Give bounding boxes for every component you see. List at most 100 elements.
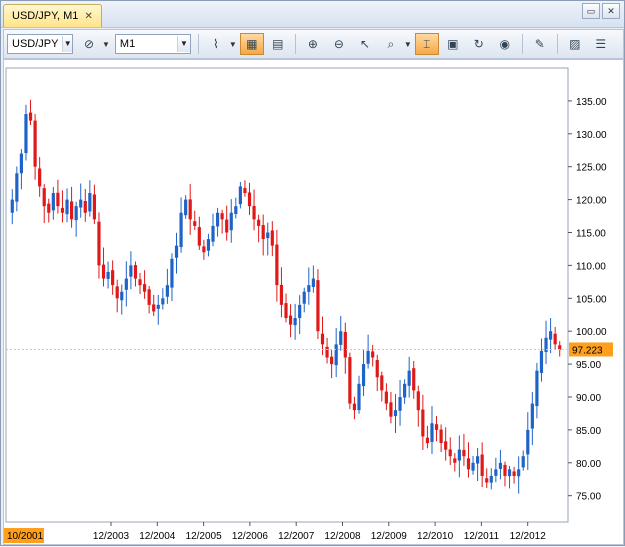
candle-body (97, 221, 101, 266)
candle-body (389, 402, 393, 417)
candle-body (188, 199, 192, 220)
candle-body (261, 225, 265, 240)
candle-body (101, 264, 106, 279)
candle-body (206, 239, 211, 251)
symbol-remove-icon[interactable]: ⊘ (77, 33, 101, 55)
globe-icon[interactable]: ◉ (493, 33, 517, 55)
candle-body (471, 462, 475, 471)
timeframe-value: M1 (119, 38, 136, 50)
candle-body (302, 291, 306, 304)
candle-body (19, 153, 24, 174)
candle-body (548, 331, 553, 340)
candle-body (184, 199, 188, 216)
magnify-icon[interactable]: ⌕ (379, 33, 403, 55)
timeframe-select[interactable]: M1 ▼ (114, 34, 191, 54)
cursor-icon[interactable]: ↖ (353, 33, 377, 55)
x-tick-label: 12/2004 (139, 531, 176, 542)
refresh-icon[interactable]: ↻ (467, 33, 491, 55)
candle-body (234, 206, 238, 214)
ruler-icon[interactable]: ✎ (528, 33, 552, 55)
y-tick-label: 115.00 (576, 228, 606, 239)
candle-body (211, 225, 215, 242)
candle-body (83, 200, 87, 213)
screenshot-icon[interactable]: ▨ (563, 33, 587, 55)
symbol-select[interactable]: USD/JPY ▼ (7, 34, 73, 54)
candle-body (79, 199, 83, 208)
start-date-label: 10/2001 (7, 531, 44, 542)
candle-body (498, 462, 503, 469)
candle-body (539, 350, 544, 373)
candle-body (124, 278, 128, 290)
y-tick-label: 95.00 (576, 360, 601, 371)
chevron-down-icon[interactable]: ▼ (176, 36, 190, 52)
candle-body (339, 331, 343, 345)
candle-body (92, 194, 96, 220)
candle-body (257, 219, 261, 226)
zoom-out-icon[interactable]: ⊖ (327, 33, 351, 55)
chevron-down-icon[interactable]: ▼ (404, 40, 412, 49)
chart-area[interactable]: 135.00 130.00 125.00 120.00 115.00 110.00 105.… (3, 59, 624, 545)
candle-body (284, 303, 288, 319)
candle-body (106, 271, 110, 279)
toolbar-separator (556, 34, 558, 54)
candle-body (320, 333, 325, 345)
y-tick-label: 75.00 (576, 492, 601, 503)
candle-body (439, 429, 443, 444)
y-tick-label: 120.00 (576, 196, 607, 207)
y-tick-label: 125.00 (576, 163, 607, 174)
candle-body (243, 188, 247, 194)
candle-body (393, 410, 398, 417)
candle-body (494, 469, 498, 476)
tab-close-icon[interactable]: ✕ (84, 11, 92, 22)
candle-body (170, 258, 174, 288)
x-tick-label: 12/2009 (371, 531, 408, 542)
candle-body (535, 370, 539, 407)
candle-body (375, 359, 379, 378)
toolbar-separator (294, 34, 296, 54)
candle-body (311, 278, 315, 287)
candle-body (15, 173, 19, 202)
close-window-button[interactable]: ✕ (602, 3, 620, 19)
settings-icon[interactable]: ☰ (589, 33, 613, 55)
candle-body (334, 344, 338, 366)
candle-body (270, 230, 274, 246)
price-chart[interactable]: 135.00 130.00 125.00 120.00 115.00 110.00 105.… (4, 60, 623, 544)
candle-body (24, 114, 28, 154)
candle-body (161, 298, 165, 305)
chevron-down-icon[interactable]: ▼ (62, 36, 72, 52)
period-separator-icon[interactable]: ▦ (239, 33, 264, 55)
candle-body (133, 265, 138, 279)
candle-body (343, 332, 347, 358)
candle-body (293, 318, 297, 326)
tab-title: USD/JPY, M1 (12, 10, 79, 22)
chevron-down-icon[interactable]: ▼ (229, 40, 237, 49)
candle-body (512, 471, 516, 476)
candle-body (425, 437, 430, 444)
candle-body (352, 403, 357, 411)
y-tick-label: 100.00 (576, 327, 607, 338)
crosshair-icon[interactable]: ⌶ (414, 33, 439, 55)
candle-body (457, 449, 461, 461)
chart-tab[interactable]: USD/JPY, M1 ✕ (3, 4, 102, 27)
zoom-in-icon[interactable]: ⊕ (301, 33, 325, 55)
x-tick-label: 12/2011 (464, 531, 500, 542)
candle-body (152, 304, 156, 312)
template-icon[interactable]: ▣ (441, 33, 465, 55)
candle-body (553, 333, 557, 345)
candle-body (380, 375, 384, 391)
grid-icon[interactable]: ▤ (266, 33, 290, 55)
candle-body (275, 244, 279, 286)
chevron-down-icon[interactable]: ▼ (102, 40, 110, 49)
restore-window-button[interactable]: ▭ (582, 3, 600, 19)
candle-body (366, 350, 370, 364)
candle-body (247, 192, 252, 207)
x-tick-label: 12/2010 (417, 531, 454, 542)
chart-type-icon[interactable]: ⌇ (204, 33, 228, 55)
candle-body (202, 246, 206, 253)
candle-body (466, 458, 471, 470)
y-tick-label: 105.00 (576, 294, 607, 305)
candle-body (288, 315, 293, 325)
candle-body (215, 212, 220, 227)
candle-body (453, 458, 457, 463)
x-tick-label: 12/2012 (510, 531, 547, 542)
